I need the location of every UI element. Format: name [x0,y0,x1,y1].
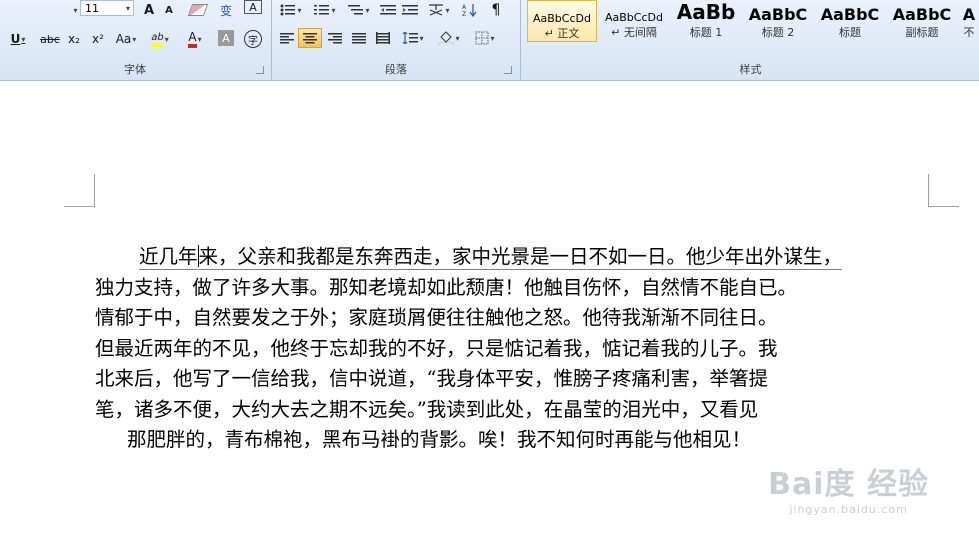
justify-icon [352,33,366,44]
align-center-icon [303,33,317,44]
strikethrough-button[interactable]: abc [38,29,62,49]
char-shading-button[interactable]: A [218,30,234,46]
baidu-watermark-logo: Bai度 经验 jingyan.baidu.com [768,459,929,516]
underline-button[interactable]: U ▾ [4,29,32,49]
numbering-button[interactable]: ▾ [310,0,340,20]
borders-button[interactable]: ▾ [470,28,500,48]
chevron-down-icon[interactable]: ▾ [490,34,494,43]
align-left-button[interactable] [276,28,298,48]
highlighter-icon: ab [151,32,164,47]
chevron-down-icon[interactable]: ▾ [297,6,301,15]
pilcrow-icon: ¶ [491,2,501,18]
decrease-indent-icon [380,5,396,15]
enclose-char-button[interactable]: 字 [242,29,264,49]
chevron-down-icon[interactable]: ▾ [419,34,423,43]
chinese-layout-button[interactable]: ▾ [424,0,454,20]
change-case-button[interactable]: Aa ▾ [112,29,140,49]
eraser-icon [187,4,209,16]
clear-format-button[interactable] [187,0,209,20]
watermark-main: Bai度 经验 [768,467,929,502]
document-body[interactable]: 近几年来，父亲和我都是东奔西走，家中光景是一日不如一日。他少年出外谋生， 独力支… [95,242,929,456]
bullet-list-icon [280,4,296,16]
grow-font-button[interactable]: A [140,0,158,20]
shading-button[interactable]: ▾ [434,28,464,48]
font-size-value: 11 [85,1,99,15]
paragraph-group: ▾ ▾ ▾ ▾ AZ ¶ ▾ ▾ ▾ 段落 [274,0,518,80]
chinese-layout-icon [429,4,444,16]
font-size-combo[interactable]: 11 ▾ [80,0,134,16]
border-grid-icon [475,31,489,45]
document-line: 笔，诸多不便，大约大去之期不远矣。”我读到此处，在晶莹的泪光中，又看见 [95,397,759,421]
document-line: 近几年来，父亲和我都是东奔西走，家中光景是一日不如一日。他少年出外谋生， [139,245,843,268]
margin-corner-right [928,174,959,207]
phonetic-guide-button[interactable]: 变 [214,0,238,20]
enclose-char-icon: 字 [244,30,262,48]
multilevel-list-icon [348,5,364,15]
increase-indent-icon [402,5,418,15]
paint-bucket-icon [439,31,454,45]
chevron-down-icon[interactable]: ▾ [21,35,25,44]
subscript-button[interactable]: x₂ [64,29,84,49]
margin-corner-left [64,174,95,207]
group-divider [271,0,272,80]
dialog-launcher-icon[interactable] [504,66,512,74]
distributed-button[interactable] [372,28,394,48]
document-line: 情郁于中，自然要发之于外；家庭琐屑便往往触他之怒。他待我渐渐不同往日。 [95,306,778,329]
chevron-down-icon[interactable]: ▾ [126,4,130,13]
decrease-indent-button[interactable] [378,0,398,20]
font-group-label: 字体 [124,63,146,76]
distributed-icon [376,32,390,44]
dialog-launcher-icon[interactable] [256,66,264,74]
document-line: 北来后，他写了一信给我，信中说道，“我身体平安，惟膀子疼痛利害，举箸提 [95,367,768,390]
chevron-down-icon[interactable]: ▾ [365,6,369,15]
shrink-font-button[interactable]: A [160,0,178,20]
group-divider [520,0,521,80]
chevron-down-icon[interactable]: ▾ [445,6,449,15]
ribbon: ▾ 11 ▾ A A 变 A U ▾ abc x₂ x² Aa ▾ ab ▾ A ▾ A… [0,0,979,81]
document-line: 但最近两年的不见，他终于忘却我的不好，只是惦记着我，惦记着我的儿子。我 [95,336,778,360]
superscript-button[interactable]: x² [88,29,108,49]
document-line: 独力支持，做了许多大事。那知老境却如此颓唐！他触目伤怀，自然情不能自已。 [95,275,798,299]
chevron-down-icon[interactable]: ▾ [331,6,335,15]
font-color-button[interactable]: A ▾ [180,29,210,49]
justify-button[interactable] [348,28,370,48]
chevron-down-icon[interactable]: ▾ [455,34,459,43]
sort-button[interactable]: AZ [460,0,480,20]
paragraph-group-label: 段落 [385,63,407,76]
bullets-button[interactable]: ▾ [276,0,306,20]
char-border-button[interactable]: A [244,0,262,14]
document-line: 那肥胖的，青布棉袍，黑布马褂的背影。唉！我不知何时再能与他相见！ [127,428,752,451]
align-right-button[interactable] [324,28,346,48]
chevron-down-icon[interactable]: ▾ [198,35,202,44]
font-color-icon: A [188,30,197,48]
styles-group-label: 样式 [739,63,762,76]
svg-text:Z: Z [462,11,466,17]
show-marks-button[interactable]: ¶ [486,0,506,20]
styles-group: 样式 [522,0,979,80]
numbered-list-icon [314,5,330,15]
chevron-down-icon[interactable]: ▾ [132,35,136,44]
svg-text:A: A [462,4,467,11]
font-name-dropdown-arrow[interactable]: ▾ [70,0,80,20]
line-spacing-button[interactable]: ▾ [398,28,428,48]
highlight-button[interactable]: ab ▾ [144,29,176,49]
increase-indent-button[interactable] [400,0,420,20]
line-spacing-icon [403,32,419,44]
watermark-sub: jingyan.baidu.com [789,503,908,516]
sort-az-icon: AZ [462,4,477,17]
multilevel-list-button[interactable]: ▾ [344,0,374,20]
chevron-down-icon[interactable]: ▾ [165,35,169,44]
align-left-icon [280,33,294,44]
ruler-gap [0,81,979,93]
font-group: ▾ 11 ▾ A A 变 A U ▾ abc x₂ x² Aa ▾ ab ▾ A ▾ A… [0,0,270,80]
align-center-button[interactable] [298,28,322,48]
align-right-icon [328,33,342,44]
